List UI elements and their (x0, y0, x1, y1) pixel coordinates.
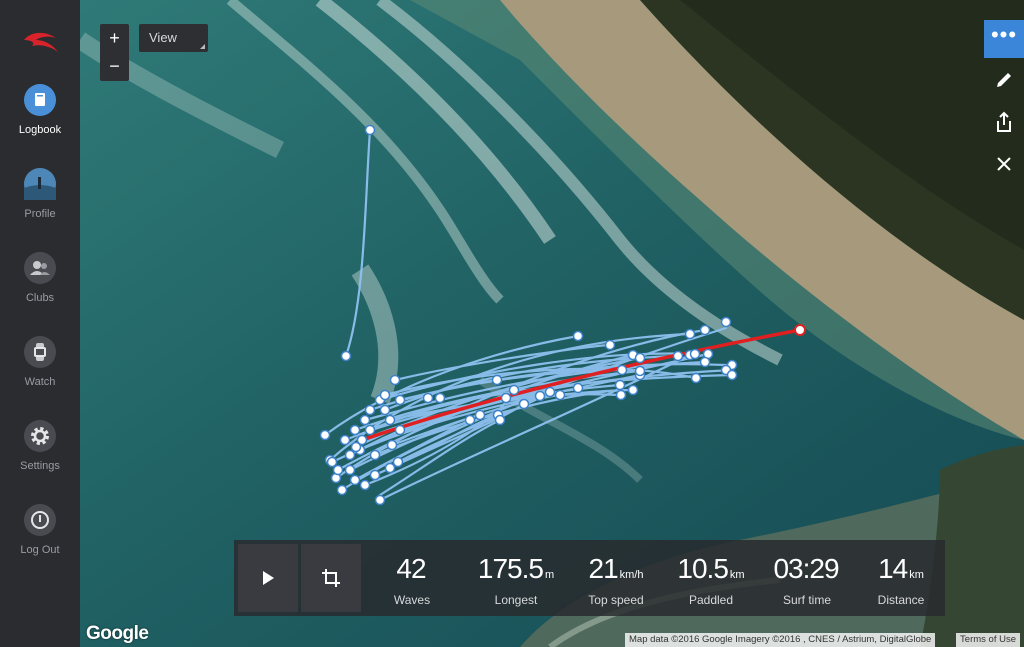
view-dropdown[interactable]: View (139, 24, 208, 52)
stat-value: 14 (878, 553, 908, 584)
sidebar-item-settings[interactable]: Settings (0, 420, 80, 490)
right-toolbar: ••• (984, 20, 1024, 184)
stat-unit: km (909, 569, 924, 581)
share-icon (997, 111, 1011, 132)
stat-waves: 42 Waves (380, 553, 444, 608)
stat-top-speed: 21 km/h Top speed (576, 553, 656, 608)
stat-label: Top speed (588, 593, 644, 607)
close-button[interactable] (984, 144, 1024, 184)
view-label: View (149, 30, 177, 45)
more-options-button[interactable]: ••• (984, 20, 1024, 58)
stat-longest: 175.5 m Longest (468, 553, 564, 608)
stat-value: 10.5 (677, 553, 728, 584)
sidebar-item-label: Clubs (25, 292, 55, 304)
logbook-icon (24, 84, 56, 116)
stat-paddled: 10.5 km Paddled (666, 553, 756, 608)
sidebar-item-label: Settings (20, 460, 60, 472)
stat-label: Paddled (688, 593, 734, 607)
stat-value: 175.5 (477, 553, 544, 584)
dropdown-corner-icon (200, 44, 205, 49)
stat-value: 03:29 (773, 553, 839, 584)
stat-label: Waves (393, 593, 431, 607)
sidebar-item-logout[interactable]: Log Out (0, 504, 80, 574)
pencil-icon (997, 73, 1011, 87)
share-button[interactable] (984, 102, 1024, 142)
terms-of-use-link[interactable]: Terms of Use (956, 633, 1020, 647)
stat-surf-time: 03:29 Surf time (762, 553, 852, 608)
clubs-icon (24, 252, 56, 284)
zoom-out-button[interactable]: − (100, 52, 129, 80)
gear-icon (24, 420, 56, 452)
stat-label: Surf time (782, 593, 831, 607)
stat-distance: 14 km Distance (864, 553, 938, 608)
stat-unit: km/h (619, 569, 644, 581)
stat-label: Longest (494, 593, 538, 607)
sidebar-item-logbook[interactable]: Logbook (0, 84, 80, 154)
zoom-in-button[interactable]: + (100, 24, 129, 52)
ripcurl-logo[interactable] (20, 28, 60, 56)
stat-value: 42 (396, 553, 426, 584)
sidebar: Logbook Profile Clubs Watch Settings Log… (0, 0, 80, 647)
google-logo: Google (86, 623, 149, 644)
play-button[interactable] (238, 544, 298, 612)
sidebar-item-label: Profile (24, 208, 56, 220)
stat-unit: km (729, 569, 745, 581)
crop-button[interactable] (301, 544, 361, 612)
sidebar-item-clubs[interactable]: Clubs (0, 252, 80, 322)
sidebar-item-label: Logbook (18, 124, 62, 136)
profile-avatar (24, 168, 56, 200)
crop-icon (322, 569, 340, 587)
sidebar-item-label: Watch (24, 376, 56, 388)
close-icon (997, 157, 1011, 171)
map-attribution: Map data ©2016 Google Imagery ©2016 , CN… (625, 633, 936, 647)
watch-icon (24, 336, 56, 368)
satellite-map[interactable]: + − View ••• 42 Waves 175.5 m Longest 21… (80, 0, 1024, 647)
logout-icon (24, 504, 56, 536)
play-icon (263, 571, 274, 585)
sidebar-item-watch[interactable]: Watch (0, 336, 80, 406)
sidebar-item-label: Log Out (20, 544, 60, 556)
edit-button[interactable] (984, 60, 1024, 100)
stat-unit: m (544, 569, 555, 581)
zoom-controls: + − (100, 24, 129, 81)
session-stats-panel: 42 Waves 175.5 m Longest 21 km/h Top speed… (234, 540, 945, 616)
sidebar-item-profile[interactable]: Profile (0, 168, 80, 238)
stat-value: 21 (588, 553, 619, 584)
stat-label: Distance (877, 593, 925, 607)
